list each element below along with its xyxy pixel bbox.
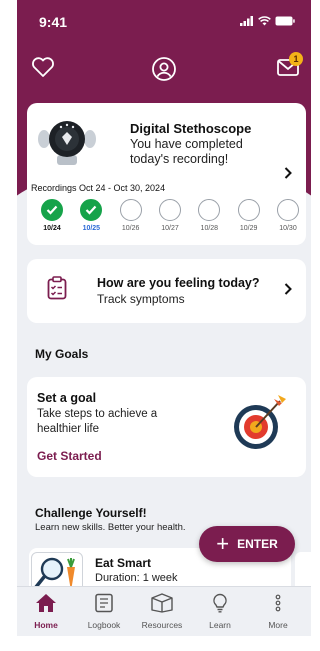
challenge-heading: Challenge Yourself! [35,506,147,520]
tab-more[interactable]: More [249,593,307,630]
day-item[interactable]: 10/26 [116,199,146,232]
home-icon [36,594,56,612]
get-started-link[interactable]: Get Started [37,449,102,463]
tab-label: Logbook [87,620,121,630]
tab-learn[interactable]: Learn [191,593,249,630]
top-bar: 1 [31,52,303,84]
feeling-title: How are you feeling today? [97,276,260,290]
feeling-subtitle: Track symptoms [97,292,185,306]
stethoscope-title: Digital Stethoscope [130,121,252,136]
mail-badge: 1 [289,52,303,66]
profile-icon[interactable] [151,56,177,82]
more-icon [275,594,281,612]
tab-logbook[interactable]: Logbook [75,593,133,630]
empty-circle-icon [119,199,142,221]
home-indicator-area [17,636,311,651]
status-time: 9:41 [39,14,68,30]
check-icon [80,199,103,221]
tab-label: More [268,620,288,630]
wifi-icon [258,16,271,26]
heart-icon[interactable] [31,56,55,78]
stethoscope-description: You have completed today's recording! [130,137,243,166]
tab-label: Home [34,620,58,630]
stethoscope-device-image [38,121,96,165]
day-item[interactable]: 10/24 [37,199,67,232]
battery-icon [275,16,295,26]
status-icons [240,16,295,26]
day-item[interactable]: 10/27 [155,199,185,232]
day-item[interactable]: 10/28 [194,199,224,232]
eat-smart-title: Eat Smart [95,556,152,570]
bottom-tab-bar: Home Logbook Resources Learn More [17,586,311,636]
inbox-button[interactable]: 1 [277,52,303,76]
tab-home[interactable]: Home [17,593,75,630]
empty-circle-icon [158,199,181,221]
status-bar: 9:41 [39,14,295,34]
clipboard-checklist-icon [47,276,67,300]
day-label: 10/30 [279,225,297,232]
day-item[interactable]: 10/25 [76,199,106,232]
tab-label: Resources [141,620,183,630]
recording-days: 10/24 10/25 10/26 10/27 10/28 10/29 10/3… [37,199,303,232]
enter-button[interactable]: + ENTER [199,526,295,562]
day-item[interactable]: 10/29 [234,199,264,232]
eat-smart-duration: Duration: 1 week [95,572,178,584]
empty-circle-icon [198,199,221,221]
recordings-range: Recordings Oct 24 - Oct 30, 2024 [31,183,166,193]
enter-label: ENTER [237,537,278,551]
check-icon [41,199,63,221]
chevron-right-icon [284,167,292,179]
stethoscope-card[interactable]: Digital Stethoscope You have completed t… [27,103,306,245]
day-label-today: 10/25 [82,225,101,232]
day-label: 10/29 [239,225,258,232]
goal-card[interactable]: Set a goal Take steps to achieve a healt… [27,377,306,477]
empty-circle-icon [237,199,260,221]
day-label: 10/26 [121,225,140,232]
chevron-right-icon [284,283,292,295]
day-label: 10/28 [200,225,219,232]
day-item[interactable]: 10/30 [273,199,303,232]
logbook-icon [95,593,113,613]
tab-resources[interactable]: Resources [133,593,191,630]
symptom-tracker-card[interactable]: How are you feeling today? Track symptom… [27,259,306,323]
plus-icon: + [216,531,230,556]
goal-description: Take steps to achieve a healthier life [37,408,158,435]
resources-icon [151,593,173,613]
day-label: 10/27 [161,225,179,232]
my-goals-heading: My Goals [35,347,89,361]
tab-label: Learn [209,620,231,630]
day-label: 10/24 [43,225,61,232]
learn-icon [213,593,227,613]
target-arrow-icon [234,395,286,449]
signal-icon [240,16,253,26]
empty-circle-icon [276,199,299,221]
app-screen: 9:41 1 Digital Stethoscope You have comp… [17,0,311,651]
goal-title: Set a goal [37,391,97,405]
